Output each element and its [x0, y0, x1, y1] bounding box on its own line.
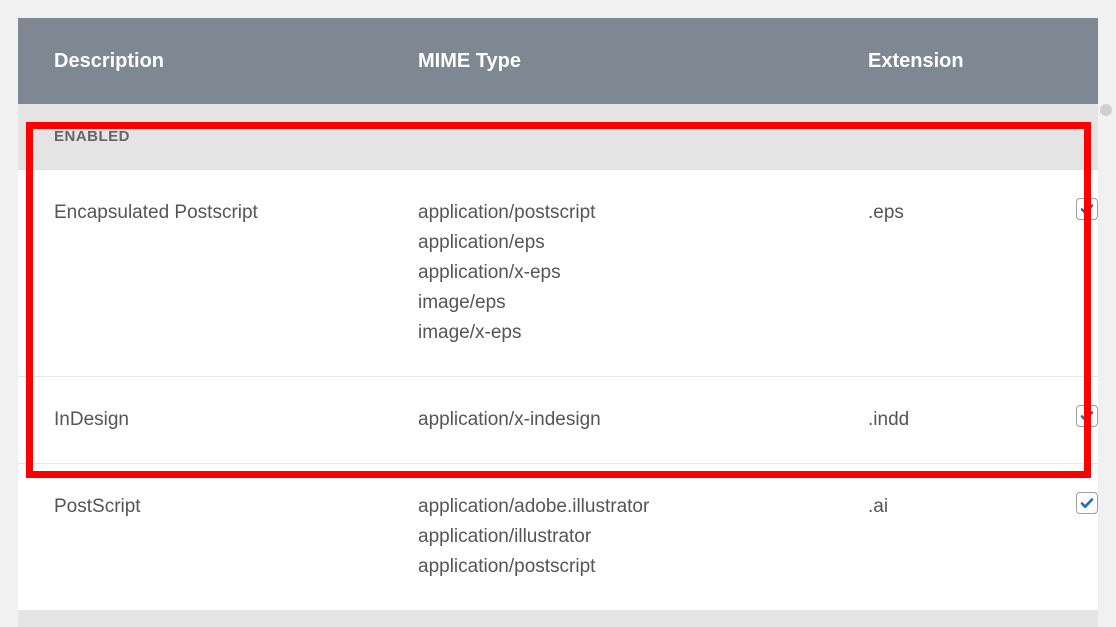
cell-checkbox — [1058, 198, 1098, 348]
mime-type-value: application/postscript — [418, 552, 868, 582]
mime-type-value: image/eps — [418, 288, 868, 318]
cell-mime-types: application/adobe.illustratorapplication… — [418, 492, 868, 582]
header-extension: Extension — [868, 50, 1058, 73]
mime-type-value: application/illustrator — [418, 522, 868, 552]
mime-type-value: application/adobe.illustrator — [418, 492, 868, 522]
cell-description: PostScript — [54, 492, 418, 582]
table-body: Encapsulated Postscriptapplication/posts… — [18, 170, 1098, 611]
cell-extension: .eps — [868, 198, 1058, 348]
enable-checkbox[interactable] — [1076, 198, 1098, 220]
table-row: InDesignapplication/x-indesign.indd — [18, 377, 1098, 464]
enable-checkbox[interactable] — [1076, 405, 1098, 427]
cell-checkbox — [1058, 405, 1098, 435]
mime-type-value: image/x-eps — [418, 318, 868, 348]
check-icon — [1079, 201, 1095, 217]
cell-description: InDesign — [54, 405, 418, 435]
table-row: PostScriptapplication/adobe.illustratora… — [18, 464, 1098, 611]
section-label-enabled: ENABLED — [18, 104, 1098, 170]
table-header-row: Description MIME Type Extension — [18, 18, 1098, 104]
table-row: Encapsulated Postscriptapplication/posts… — [18, 170, 1098, 377]
mime-type-value: application/postscript — [418, 198, 868, 228]
scrollbar-thumb[interactable] — [1100, 104, 1112, 116]
mime-type-value: application/x-eps — [418, 258, 868, 288]
enable-checkbox[interactable] — [1076, 492, 1098, 514]
mime-type-value: application/x-indesign — [418, 405, 868, 435]
cell-checkbox — [1058, 492, 1098, 582]
mime-type-value: application/eps — [418, 228, 868, 258]
cell-description: Encapsulated Postscript — [54, 198, 418, 348]
mime-types-table: Description MIME Type Extension ENABLED … — [18, 18, 1098, 627]
cell-extension: .ai — [868, 492, 1058, 582]
cell-mime-types: application/postscriptapplication/epsapp… — [418, 198, 868, 348]
cell-mime-types: application/x-indesign — [418, 405, 868, 435]
table-footer-band — [18, 611, 1098, 627]
check-icon — [1079, 495, 1095, 511]
header-mime-type: MIME Type — [418, 50, 868, 73]
header-description: Description — [54, 50, 418, 73]
check-icon — [1079, 408, 1095, 424]
cell-extension: .indd — [868, 405, 1058, 435]
